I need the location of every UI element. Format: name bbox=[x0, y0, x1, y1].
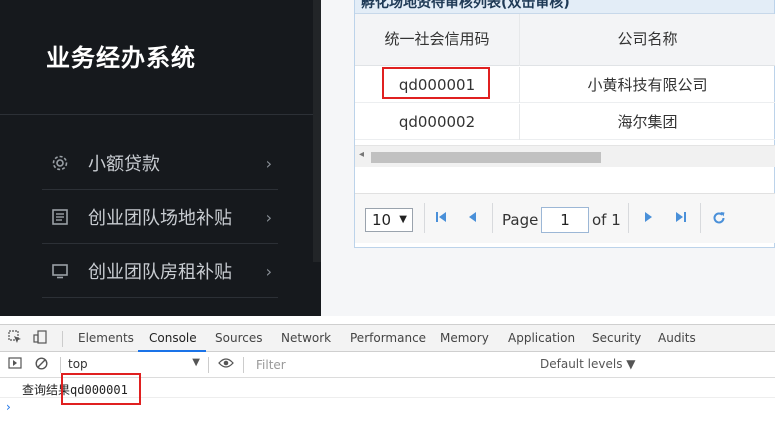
first-page-icon[interactable] bbox=[435, 211, 447, 226]
sidebar-item-label: 小额贷款 bbox=[88, 154, 160, 175]
pager-separator bbox=[492, 203, 493, 233]
tab-security[interactable]: Security bbox=[592, 331, 641, 345]
sidebar-divider bbox=[0, 114, 321, 115]
page-size-value: 10 bbox=[372, 211, 392, 229]
column-header-credit-code[interactable]: 统一社会信用码 bbox=[355, 14, 520, 66]
console-prompt-icon[interactable]: › bbox=[6, 400, 11, 414]
tab-network[interactable]: Network bbox=[281, 331, 331, 345]
context-value: top bbox=[68, 357, 88, 371]
gear-icon bbox=[50, 153, 70, 173]
sidebar: 业务经办系统 小额贷款 › 创业团队场地补贴 › 创业团队房租补贴 › bbox=[0, 0, 321, 316]
document-icon bbox=[50, 207, 70, 227]
chevron-right-icon: › bbox=[265, 153, 272, 173]
dropdown-arrow-icon: ▼ bbox=[192, 357, 200, 368]
cell-company-name: 海尔集团 bbox=[617, 113, 678, 131]
next-page-icon[interactable] bbox=[644, 211, 654, 226]
device-toolbar-icon[interactable] bbox=[33, 330, 49, 348]
tab-sources[interactable]: Sources bbox=[215, 331, 262, 345]
tab-performance[interactable]: Performance bbox=[350, 331, 426, 345]
inspect-element-icon[interactable] bbox=[8, 330, 22, 348]
tab-console[interactable]: Console bbox=[149, 331, 197, 345]
column-header-company-name[interactable]: 公司名称 bbox=[520, 14, 775, 66]
grid-header: 统一社会信用码 公司名称 bbox=[355, 14, 775, 66]
page-count-label: of 1 bbox=[592, 211, 621, 229]
page-size-select[interactable]: 10 ▼ bbox=[365, 208, 413, 232]
audit-grid-panel: 孵化场地资待审核列表(双击审核) 统一社会信用码 公司名称 qd000001 小… bbox=[354, 0, 775, 248]
tab-memory[interactable]: Memory bbox=[440, 331, 489, 345]
highlight-box-grid bbox=[382, 67, 490, 99]
tab-audits[interactable]: Audits bbox=[658, 331, 696, 345]
last-page-icon[interactable] bbox=[675, 211, 687, 226]
monitor-icon bbox=[50, 261, 70, 281]
sidebar-scrollbar[interactable] bbox=[313, 0, 321, 262]
page-number-input[interactable]: 1 bbox=[541, 207, 589, 233]
highlight-box-console bbox=[61, 373, 141, 405]
pager-separator bbox=[424, 203, 425, 233]
scroll-left-icon[interactable]: ◂ bbox=[359, 149, 364, 160]
dropdown-arrow-icon: ▼ bbox=[399, 214, 407, 225]
refresh-icon[interactable] bbox=[712, 211, 726, 228]
tab-application[interactable]: Application bbox=[508, 331, 575, 345]
horizontal-scrollbar[interactable]: ◂ bbox=[355, 145, 775, 167]
cell-company-name: 小黄科技有限公司 bbox=[587, 76, 708, 94]
toolbar-separator bbox=[62, 331, 63, 347]
table-row[interactable]: qd000002 海尔集团 bbox=[355, 104, 775, 140]
pager-separator bbox=[628, 203, 629, 233]
devtools-tabbar: Elements Console Sources Network Perform… bbox=[0, 324, 775, 352]
sidebar-item-label: 创业团队房租补贴 bbox=[88, 262, 232, 283]
chevron-right-icon: › bbox=[265, 261, 272, 281]
scrollbar-thumb[interactable] bbox=[371, 152, 601, 163]
app-root: 业务经办系统 小额贷款 › 创业团队场地补贴 › 创业团队房租补贴 › 孵化场地… bbox=[0, 0, 775, 432]
cell-credit-code: qd000002 bbox=[355, 104, 520, 140]
log-levels-select[interactable]: Default levels ▼ bbox=[540, 357, 636, 371]
panel-title: 孵化场地资待审核列表(双击审核) bbox=[361, 0, 570, 11]
clear-console-icon[interactable] bbox=[35, 357, 48, 374]
page-label: Page bbox=[502, 211, 539, 229]
system-title: 业务经办系统 bbox=[46, 44, 196, 72]
console-filter-input[interactable]: Filter bbox=[250, 355, 520, 375]
toolbar-separator bbox=[208, 357, 209, 373]
sidebar-item-venue-subsidy[interactable]: 创业团队场地补贴 › bbox=[42, 191, 278, 244]
sidebar-item-small-loans[interactable]: 小额贷款 › bbox=[42, 137, 278, 190]
toolbar-separator bbox=[243, 357, 244, 373]
context-select[interactable]: top ▼ bbox=[68, 357, 200, 371]
chevron-right-icon: › bbox=[265, 207, 272, 227]
pager-separator bbox=[700, 203, 701, 233]
sidebar-item-rent-subsidy[interactable]: 创业团队房租补贴 › bbox=[42, 245, 278, 298]
eye-icon[interactable] bbox=[218, 357, 234, 373]
panel-title-bar: 孵化场地资待审核列表(双击审核) bbox=[355, 0, 774, 14]
prev-page-icon[interactable] bbox=[467, 211, 477, 226]
toolbar-separator bbox=[60, 357, 61, 373]
sidebar-item-label: 创业团队场地补贴 bbox=[88, 208, 232, 229]
pagination-bar: 10 ▼ Page 1 of 1 bbox=[355, 193, 775, 243]
sidebar-toggle-icon[interactable] bbox=[8, 357, 22, 373]
tab-elements[interactable]: Elements bbox=[78, 331, 134, 345]
